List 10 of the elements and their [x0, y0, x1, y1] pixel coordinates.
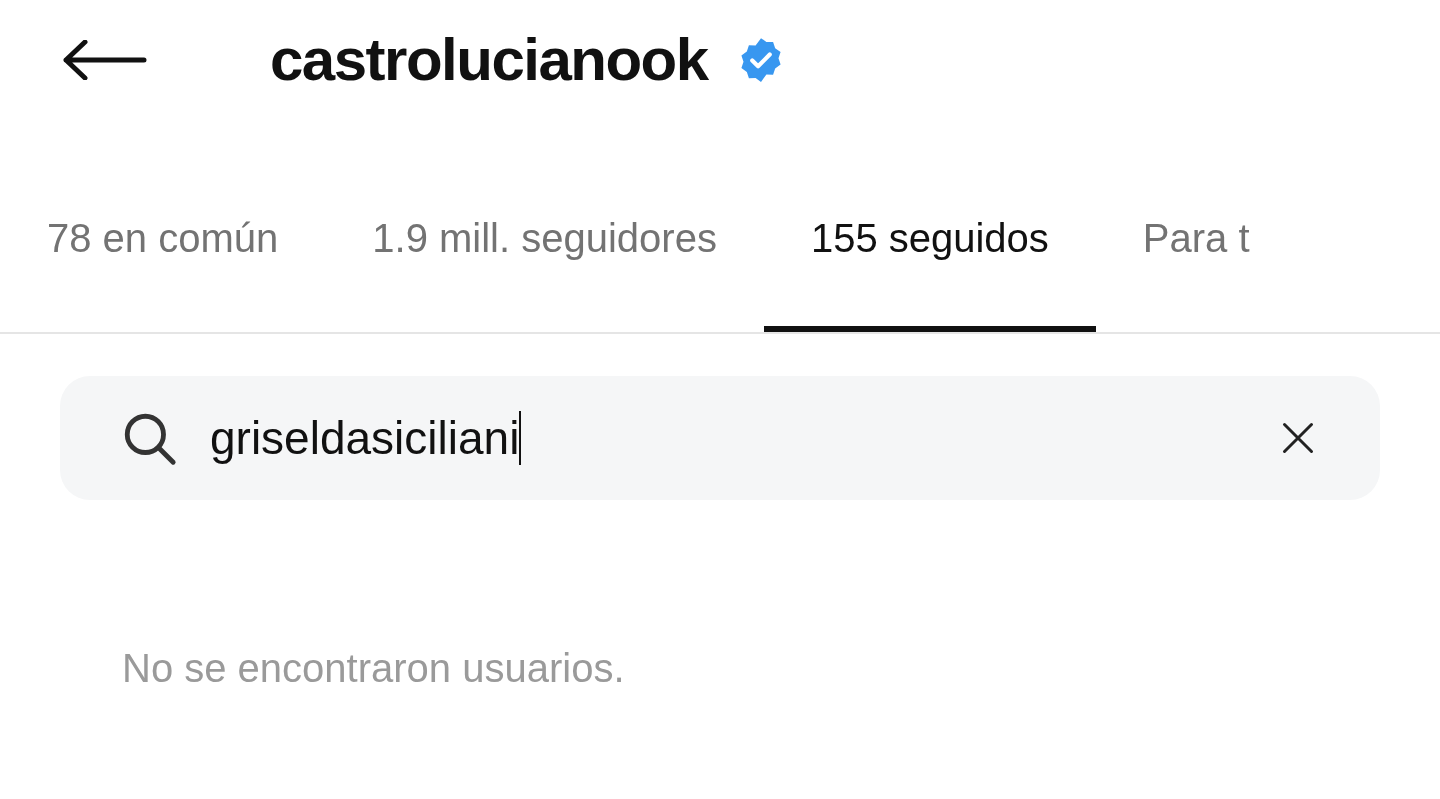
text-cursor — [519, 411, 522, 465]
search-field[interactable]: griseldasiciliani — [60, 376, 1380, 500]
back-arrow-icon — [63, 40, 147, 80]
tab[interactable]: 155 seguidos — [763, 190, 1096, 332]
close-icon — [1280, 420, 1316, 456]
tab[interactable]: 78 en común — [0, 190, 326, 332]
profile-username: castrolucianook — [270, 25, 708, 95]
tab[interactable]: 1.9 mill. seguidores — [325, 190, 764, 332]
empty-results-message: No se encontraron usuarios. — [122, 645, 626, 692]
tab[interactable]: Para t — [1095, 190, 1297, 332]
